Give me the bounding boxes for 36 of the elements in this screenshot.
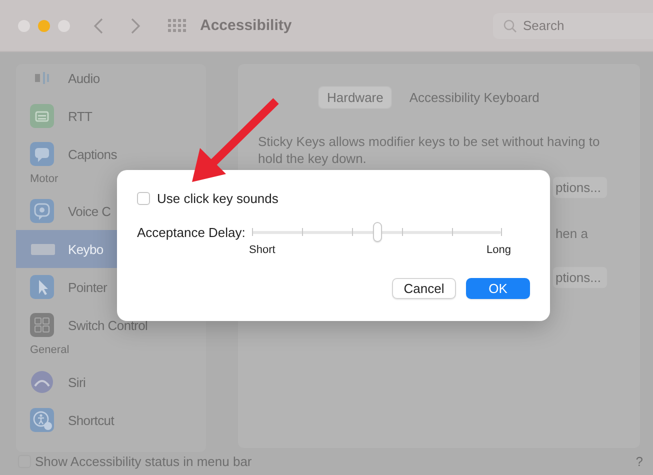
checkbox-label: Show Accessibility status in menu bar <box>35 454 252 468</box>
sidebar-item[interactable]: Siri <box>16 363 206 401</box>
pointer-icon <box>30 275 56 299</box>
slider-track[interactable] <box>252 222 502 242</box>
section-header: General <box>29 344 70 358</box>
search-field[interactable]: Search <box>493 12 653 38</box>
sidebar-item[interactable]: Shortcut <box>16 401 206 439</box>
accessibility-icon <box>30 408 56 432</box>
window-title: Accessibility <box>200 17 292 34</box>
sidebar-item[interactable]: Captions <box>16 135 206 173</box>
search-icon <box>503 18 517 32</box>
speech-bubble-icon <box>30 199 56 223</box>
checkbox[interactable] <box>137 192 150 204</box>
orb-icon <box>30 370 56 394</box>
grid-icon <box>30 313 56 337</box>
sidebar-item[interactable]: RTT <box>16 97 206 135</box>
sidebar-item[interactable]: Switch Control <box>16 306 206 344</box>
options-button[interactable]: ptions... <box>553 267 607 288</box>
slider-thumb[interactable] <box>372 222 382 242</box>
minimize-button[interactable] <box>38 20 50 32</box>
tab[interactable]: Hardware <box>318 86 392 109</box>
checkbox-label: Use click key sounds <box>157 190 278 206</box>
slider-max-label: Long <box>486 244 511 256</box>
slider-min-label: Short <box>249 244 276 256</box>
ok-button[interactable]: OK <box>466 278 530 299</box>
speech-bubble-icon <box>30 142 56 166</box>
description-text: hen a <box>555 226 588 241</box>
cancel-button[interactable]: Cancel <box>392 278 456 299</box>
sidebar-item[interactable]: Pointer <box>16 268 206 306</box>
description-text: Sticky Keys allows modifier keys to be set without having to hold the key down. <box>258 133 601 167</box>
section-header: Motor <box>29 173 60 187</box>
options-button[interactable]: ptions... <box>553 177 607 198</box>
tab[interactable]: Accessibility Keyboard <box>400 86 548 109</box>
grid-icon[interactable] <box>168 19 186 32</box>
sidebar-item[interactable]: Audio <box>16 64 206 97</box>
help-button[interactable]: ? <box>636 454 643 468</box>
